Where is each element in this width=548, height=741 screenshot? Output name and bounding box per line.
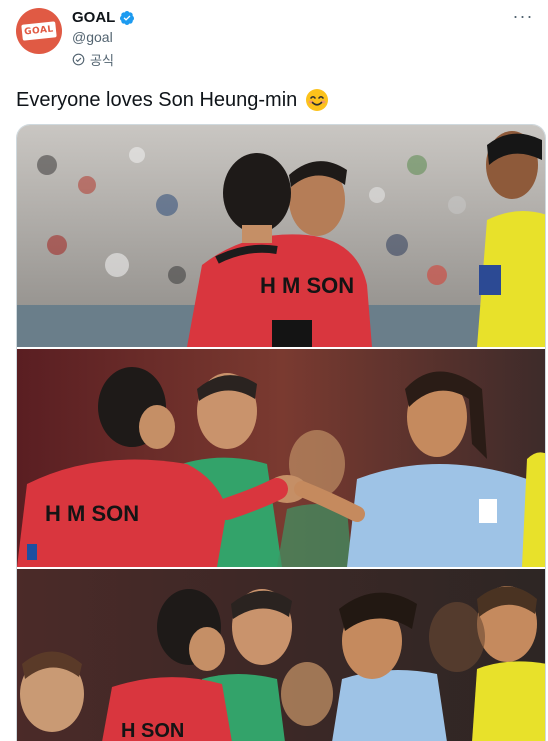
photo-3[interactable]: H SON: [17, 569, 545, 741]
photo-1-jersey-text: H M SON: [260, 273, 354, 298]
photo-2-image: H M SON: [17, 349, 545, 567]
smiling-face-icon: [306, 89, 329, 111]
verified-badge-icon: [120, 10, 135, 25]
author-name-row: GOAL: [72, 9, 135, 26]
official-check-icon: [72, 53, 85, 66]
media-gallery: H M SON H M SON H SON: [16, 124, 546, 741]
handle[interactable]: @goal: [72, 29, 113, 45]
tweet-text: Everyone loves Son Heung-min: [16, 88, 329, 112]
goal-logo: GOAL: [21, 21, 57, 41]
more-options-icon[interactable]: ···: [510, 6, 536, 26]
photo-3-image: H SON: [17, 569, 545, 741]
photo-3-jersey-text: H SON: [121, 720, 184, 741]
photo-2[interactable]: H M SON: [17, 349, 545, 567]
photo-1[interactable]: H M SON: [17, 125, 545, 347]
avatar[interactable]: GOAL: [16, 8, 62, 54]
photo-1-image: H M SON: [17, 125, 545, 347]
photo-2-jersey-text: H M SON: [45, 501, 139, 526]
official-label: 공식: [72, 50, 114, 69]
display-name[interactable]: GOAL: [72, 9, 115, 26]
